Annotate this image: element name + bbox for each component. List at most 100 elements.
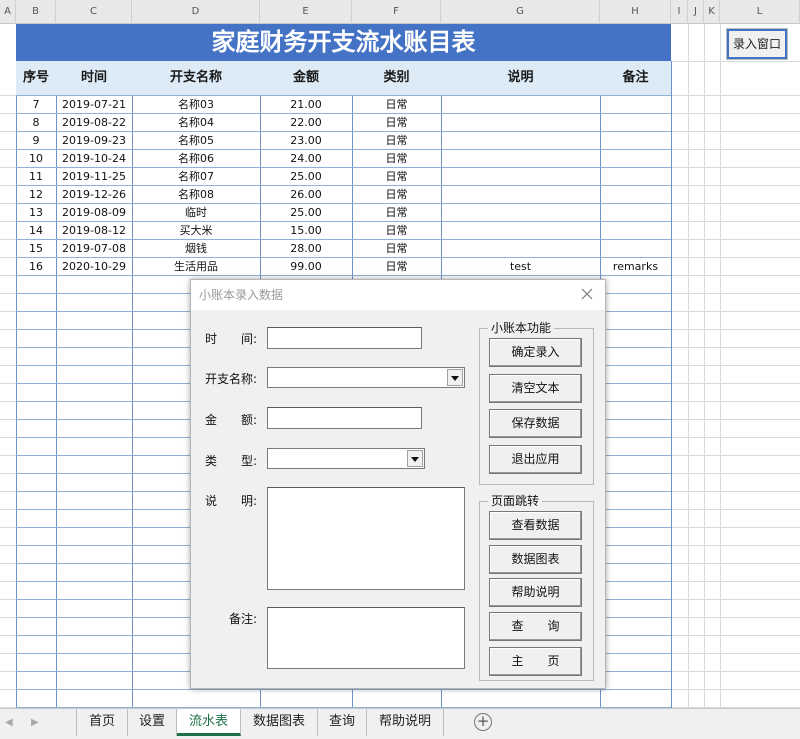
table-cell[interactable]: [441, 114, 600, 132]
table-cell[interactable]: 25.00: [260, 204, 352, 222]
table-cell[interactable]: 12: [16, 186, 56, 204]
tab-data-chart[interactable]: 数据图表: [241, 709, 318, 736]
table-cell[interactable]: 名称05: [132, 132, 260, 150]
table-cell[interactable]: 14: [16, 222, 56, 240]
table-cell[interactable]: 日常: [352, 150, 441, 168]
table-cell[interactable]: [600, 96, 671, 114]
clear-text-button[interactable]: 清空文本: [489, 374, 582, 403]
column-header-g[interactable]: G: [441, 0, 600, 24]
table-cell[interactable]: [441, 132, 600, 150]
chevron-down-icon[interactable]: [447, 369, 463, 386]
tab-scroll-left-icon[interactable]: ◀: [5, 717, 15, 731]
query-button[interactable]: 查 询: [489, 612, 582, 641]
table-cell[interactable]: [441, 150, 600, 168]
table-cell[interactable]: 日常: [352, 204, 441, 222]
table-cell[interactable]: 生活用品: [132, 258, 260, 276]
exit-app-button[interactable]: 退出应用: [489, 445, 582, 474]
column-header-c[interactable]: C: [56, 0, 132, 24]
table-cell[interactable]: 26.00: [260, 186, 352, 204]
table-cell[interactable]: [600, 222, 671, 240]
table-cell[interactable]: 买大米: [132, 222, 260, 240]
table-cell[interactable]: [441, 168, 600, 186]
table-cell[interactable]: 24.00: [260, 150, 352, 168]
column-header-l[interactable]: L: [720, 0, 800, 24]
table-cell[interactable]: 名称03: [132, 96, 260, 114]
table-cell[interactable]: 烟钱: [132, 240, 260, 258]
column-header-e[interactable]: E: [260, 0, 352, 24]
table-cell[interactable]: test: [441, 258, 600, 276]
table-cell[interactable]: [441, 186, 600, 204]
table-cell[interactable]: 25.00: [260, 168, 352, 186]
table-row[interactable]: 9 2019-09-23 名称05 23.00 日常: [16, 132, 671, 150]
table-cell[interactable]: 2019-11-25: [56, 168, 132, 186]
table-row[interactable]: 10 2019-10-24 名称06 24.00 日常: [16, 150, 671, 168]
table-row[interactable]: 12 2019-12-26 名称08 26.00 日常: [16, 186, 671, 204]
view-data-button[interactable]: 查看数据: [489, 511, 582, 540]
table-cell[interactable]: 名称06: [132, 150, 260, 168]
table-cell[interactable]: [441, 96, 600, 114]
table-cell[interactable]: 10: [16, 150, 56, 168]
table-cell[interactable]: 日常: [352, 96, 441, 114]
time-input[interactable]: [267, 327, 422, 349]
table-cell[interactable]: [600, 150, 671, 168]
table-row[interactable]: 15 2019-07-08 烟钱 28.00 日常: [16, 240, 671, 258]
table-cell[interactable]: 名称04: [132, 114, 260, 132]
table-cell[interactable]: [600, 240, 671, 258]
table-cell[interactable]: [600, 168, 671, 186]
table-cell[interactable]: 名称07: [132, 168, 260, 186]
table-cell[interactable]: 2019-08-12: [56, 222, 132, 240]
tab-query[interactable]: 查询: [318, 709, 367, 736]
table-row[interactable]: 14 2019-08-12 买大米 15.00 日常: [16, 222, 671, 240]
table-cell[interactable]: 13: [16, 204, 56, 222]
table-cell[interactable]: 日常: [352, 222, 441, 240]
column-header-i[interactable]: I: [671, 0, 688, 24]
table-cell[interactable]: 2019-10-24: [56, 150, 132, 168]
table-cell[interactable]: 2020-10-29: [56, 258, 132, 276]
chevron-down-icon[interactable]: [407, 450, 423, 467]
table-cell[interactable]: 名称08: [132, 186, 260, 204]
description-textarea[interactable]: [267, 487, 465, 590]
table-cell[interactable]: 日常: [352, 114, 441, 132]
column-header-f[interactable]: F: [352, 0, 441, 24]
table-cell[interactable]: 16: [16, 258, 56, 276]
table-cell[interactable]: 2019-08-22: [56, 114, 132, 132]
tab-settings[interactable]: 设置: [128, 709, 177, 736]
table-row[interactable]: 13 2019-08-09 临时 25.00 日常: [16, 204, 671, 222]
table-cell[interactable]: [441, 222, 600, 240]
home-button[interactable]: 主 页: [489, 647, 582, 676]
expense-name-combo[interactable]: [267, 367, 465, 388]
dialog-title-bar[interactable]: 小账本录入数据: [191, 280, 605, 310]
table-cell[interactable]: [441, 204, 600, 222]
table-cell[interactable]: 日常: [352, 258, 441, 276]
amount-input[interactable]: [267, 407, 422, 429]
tab-help[interactable]: 帮助说明: [367, 709, 444, 736]
table-cell[interactable]: 日常: [352, 186, 441, 204]
table-cell[interactable]: 临时: [132, 204, 260, 222]
column-header-h[interactable]: H: [600, 0, 671, 24]
close-icon[interactable]: [577, 284, 597, 304]
table-cell[interactable]: [441, 240, 600, 258]
data-chart-button[interactable]: 数据图表: [489, 545, 582, 574]
entry-window-button[interactable]: 录入窗口: [726, 28, 788, 60]
table-cell[interactable]: 99.00: [260, 258, 352, 276]
column-header-b[interactable]: B: [16, 0, 56, 24]
type-combo[interactable]: [267, 448, 425, 469]
column-header-a[interactable]: A: [0, 0, 16, 24]
table-cell[interactable]: [600, 114, 671, 132]
table-row[interactable]: 16 2020-10-29 生活用品 99.00 日常 test remarks: [16, 258, 671, 276]
table-cell[interactable]: 7: [16, 96, 56, 114]
table-row[interactable]: 8 2019-08-22 名称04 22.00 日常: [16, 114, 671, 132]
table-cell[interactable]: 日常: [352, 168, 441, 186]
save-data-button[interactable]: 保存数据: [489, 409, 582, 438]
table-cell[interactable]: 9: [16, 132, 56, 150]
tab-home[interactable]: 首页: [76, 709, 128, 736]
table-cell[interactable]: [600, 204, 671, 222]
table-cell[interactable]: 28.00: [260, 240, 352, 258]
table-cell[interactable]: 11: [16, 168, 56, 186]
remark-textarea[interactable]: [267, 607, 465, 669]
table-row[interactable]: 11 2019-11-25 名称07 25.00 日常: [16, 168, 671, 186]
tab-ledger[interactable]: 流水表: [177, 709, 241, 736]
column-header-j[interactable]: J: [688, 0, 704, 24]
add-sheet-icon[interactable]: +: [474, 713, 492, 731]
table-cell[interactable]: 2019-08-09: [56, 204, 132, 222]
